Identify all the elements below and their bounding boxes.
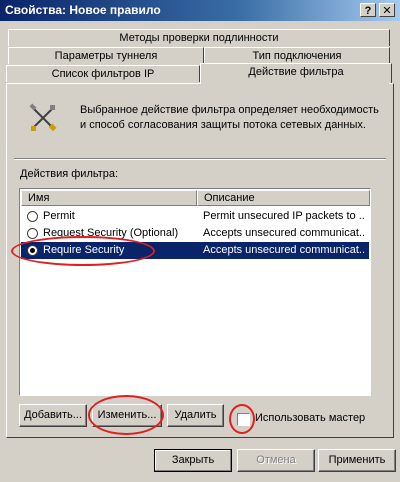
title-bar: Свойства: Новое правило ? ✕ [0, 0, 400, 21]
annotation-circle-edit [88, 395, 164, 435]
add-button[interactable]: Добавить... [19, 404, 87, 427]
filter-action-desc: Accepts unsecured communicat... [203, 244, 365, 256]
list-item[interactable]: Permit Permit unsecured IP packets to ..… [21, 208, 369, 225]
cancel-button: Отмена [237, 449, 315, 472]
filter-actions-label: Действия фильтра: [20, 168, 119, 180]
radio-icon[interactable] [27, 228, 38, 239]
properties-dialog: Свойства: Новое правило ? ✕ Методы прове… [0, 0, 400, 482]
window-title: Свойства: Новое правило [5, 3, 161, 17]
annotation-circle-wizard [229, 404, 255, 434]
remove-button[interactable]: Удалить [167, 404, 224, 427]
help-button[interactable]: ? [360, 3, 376, 17]
separator [14, 158, 386, 160]
annotation-circle-require-security [11, 236, 155, 266]
filter-action-description: Выбранное действие фильтра определяет не… [80, 104, 379, 131]
radio-icon[interactable] [27, 211, 38, 222]
filter-action-desc: Permit unsecured IP packets to ... [203, 210, 365, 222]
tab-connection-type[interactable]: Тип подключения [204, 47, 390, 64]
apply-button[interactable]: Применить [318, 449, 396, 472]
tab-filter-action[interactable]: Действие фильтра [200, 63, 392, 83]
close-window-button[interactable]: ✕ [379, 3, 395, 17]
filter-action-desc: Accepts unsecured communicat... [203, 227, 365, 239]
tab-tunnel-settings[interactable]: Параметры туннеля [8, 47, 204, 64]
column-header-name[interactable]: Имя [21, 190, 197, 206]
tab-authentication-methods[interactable]: Методы проверки подлинности [8, 29, 390, 46]
filter-actions-list[interactable]: Имя Описание Permit Permit unsecured IP … [19, 188, 371, 396]
tools-icon [29, 103, 57, 132]
filter-action-name: Permit [43, 210, 75, 222]
tab-ip-filter-list[interactable]: Список фильтров IP [6, 65, 200, 82]
column-header-description[interactable]: Описание [197, 190, 370, 206]
use-wizard-label: Использовать мастер [255, 412, 366, 424]
close-button[interactable]: Закрыть [154, 449, 232, 472]
